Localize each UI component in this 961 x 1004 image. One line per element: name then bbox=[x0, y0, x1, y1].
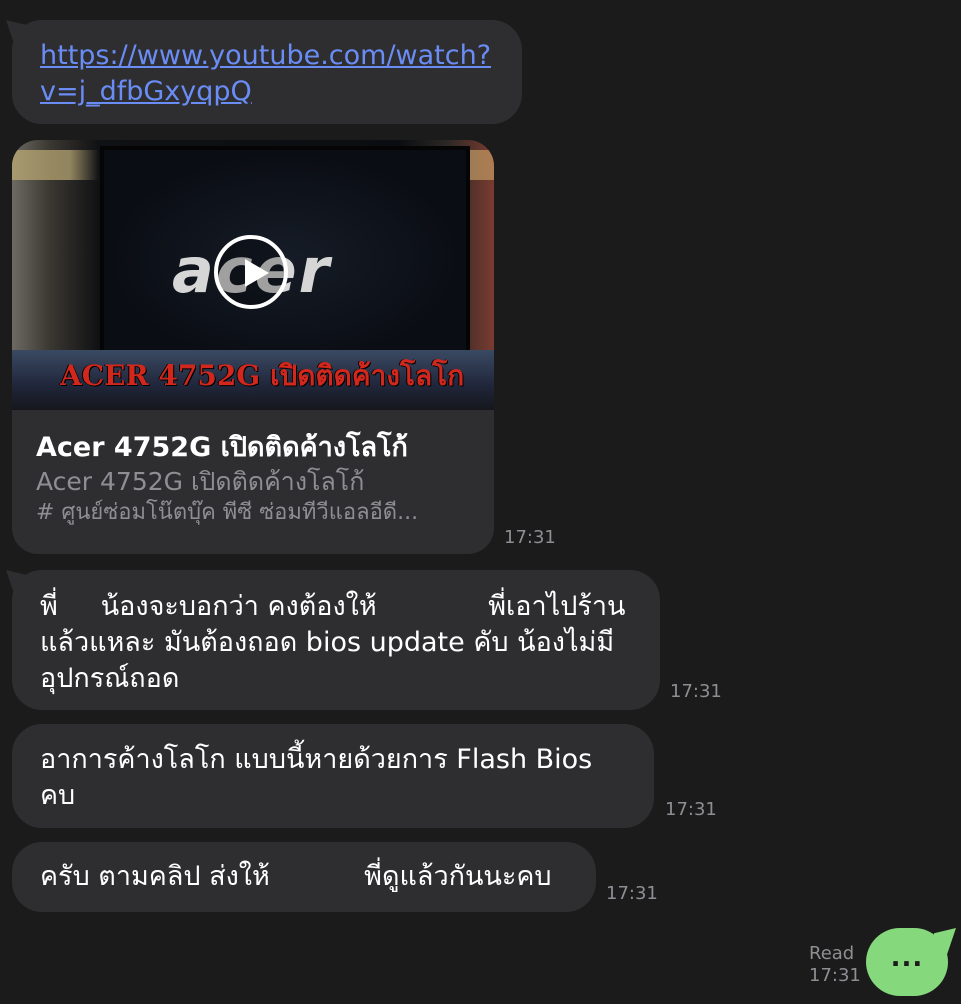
message-bubble[interactable]: พี่ น้องจะบอกว่า คงต้องให้ พี่เอาไปร้าน … bbox=[6, 570, 660, 710]
bubble-tail bbox=[934, 928, 956, 954]
outgoing-message-bubble[interactable]: ... bbox=[866, 928, 956, 996]
message-timestamp: 17:31 bbox=[809, 965, 861, 986]
youtube-link[interactable]: https://www.youtube.com/watch?v=j_dfbGxy… bbox=[40, 38, 494, 110]
link-preview-card[interactable]: acer ACER 4752G เปิดติดค้างโลโก Acer 475… bbox=[12, 140, 494, 554]
message-bubble[interactable]: อาการค้างโลโก แบบนี้หายด้วยการ Flash Bio… bbox=[12, 724, 654, 828]
bubble-tail bbox=[6, 20, 28, 46]
play-icon[interactable] bbox=[214, 235, 288, 309]
thumbnail-caption: ACER 4752G เปิดติดค้างโลโก bbox=[60, 359, 465, 392]
message-timestamp: 17:31 bbox=[665, 799, 717, 820]
message-timestamp: 17:31 bbox=[504, 527, 556, 548]
message-text: อาการค้างโลโก แบบนี้หายด้วยการ Flash Bio… bbox=[40, 744, 593, 811]
message-text: พี่ น้องจะบอกว่า คงต้องให้ พี่เอาไปร้าน … bbox=[40, 591, 626, 694]
preview-title: Acer 4752G เปิดติดค้างโลโก้ bbox=[36, 432, 408, 463]
bubble-tail bbox=[6, 570, 28, 596]
message-text: ครับ ตามคลิป ส่งให้ พี่ดูแล้วกันนะคบ bbox=[40, 861, 552, 892]
typing-ellipsis: ... bbox=[890, 943, 924, 973]
link-message-bubble[interactable]: https://www.youtube.com/watch?v=j_dfbGxy… bbox=[6, 20, 522, 124]
message-timestamp: 17:31 bbox=[606, 883, 658, 904]
read-receipt: Read 17:31 bbox=[809, 943, 861, 987]
video-thumbnail[interactable]: acer ACER 4752G เปิดติดค้างโลโก bbox=[12, 140, 494, 410]
message-bubble[interactable]: ครับ ตามคลิป ส่งให้ พี่ดูแล้วกันนะคบ bbox=[12, 842, 596, 912]
read-label: Read bbox=[809, 943, 855, 964]
preview-card-body: Acer 4752G เปิดติดค้างโลโก้ Acer 4752G เ… bbox=[12, 410, 494, 528]
preview-subtitle: Acer 4752G เปิดติดค้างโลโก้ bbox=[36, 467, 365, 496]
chat-view: https://www.youtube.com/watch?v=j_dfbGxy… bbox=[0, 0, 961, 1004]
message-timestamp: 17:31 bbox=[670, 681, 722, 702]
preview-description: # ศูนย์ซ่อมโน๊ตบุ๊ค พีซี ซ่อมทีวีแอลอีดี… bbox=[36, 500, 419, 525]
